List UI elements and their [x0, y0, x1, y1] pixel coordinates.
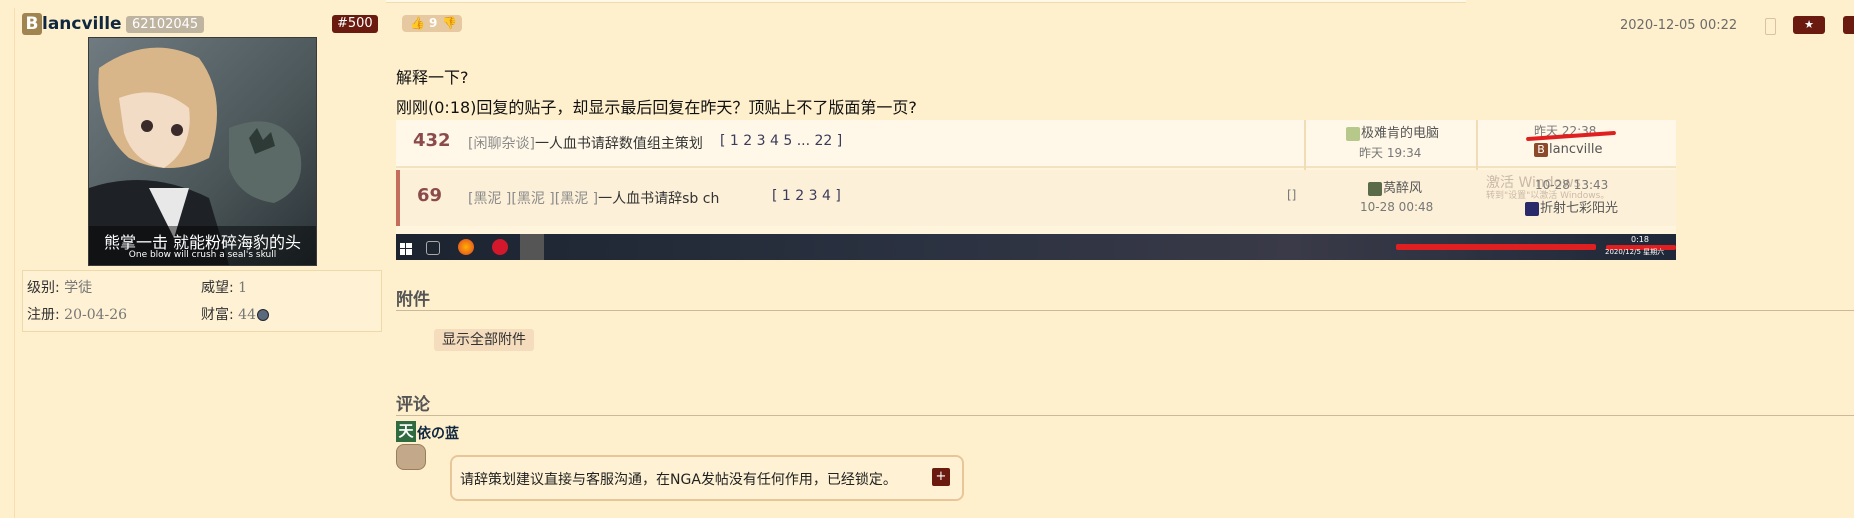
attachments-heading: 附件: [396, 290, 430, 310]
comment-text: 请辞策划建议直接与客服沟通，在NGA发帖没有任何作用，已经锁定。: [460, 472, 897, 488]
comment-user-avatar[interactable]: [396, 444, 426, 470]
row2-author-name: 莴醉风: [1383, 181, 1423, 196]
post-text-line-2: 刚刚(0:18)回复的贴子，却显示最后回复在昨天？顶贴上不了版面第一页?: [396, 98, 917, 117]
stat-wealth-label: 财富:: [201, 307, 234, 323]
thumbs-down-icon[interactable]: 👎: [442, 15, 457, 32]
mobile-device-icon: [1765, 18, 1776, 35]
row2-last-user-name: 折射七彩阳光: [1540, 201, 1619, 216]
row2-reply-count: 69: [417, 185, 443, 206]
author-avatar-icon: [1368, 181, 1382, 196]
netease-music-icon: [492, 239, 508, 255]
comments-heading: 评论: [396, 395, 430, 415]
author-initial-badge[interactable]: B: [22, 13, 42, 35]
screenshot-thread-row-1: 432 [闲聊杂谈]一人血书请辞数值组主策划 [ 1 2 3 4 5 ... 2…: [396, 120, 1676, 226]
author-uid[interactable]: 62102045: [126, 16, 205, 33]
vote-count: 9: [429, 16, 438, 30]
stat-level-value: 学徒: [64, 280, 93, 296]
thumbs-up-icon[interactable]: 👍: [410, 15, 425, 32]
red-scribble-mark: [1396, 244, 1596, 250]
show-all-attachments-button[interactable]: 显示全部附件: [434, 329, 534, 351]
author-name-link[interactable]: lancville: [42, 13, 122, 35]
row2-title-text: 一人血书请辞sb ch: [598, 191, 720, 207]
taskbar-clock-date: 2020/12/5 星期六: [1605, 248, 1665, 256]
row2-title: [黑泥 ][黑泥 ][黑泥 ]一人血书请辞sb ch: [468, 188, 719, 208]
firefox-icon: [458, 239, 474, 255]
favorite-star-button[interactable]: ★: [1793, 16, 1825, 34]
more-actions-button[interactable]: [1843, 16, 1854, 34]
row1-author: 极难肯的电脑: [1346, 122, 1439, 141]
stat-level-label: 级别:: [27, 280, 60, 296]
row2-author: 莴醉风: [1368, 177, 1422, 196]
row1-title: [闲聊杂谈]一人血书请辞数值组主策划: [468, 133, 703, 153]
app-icon: [520, 234, 544, 260]
row1-pages: [ 1 2 3 4 5 ... 22 ]: [720, 133, 843, 149]
row2-last-user: 折射七彩阳光: [1525, 197, 1618, 216]
stat-prestige-label: 威望:: [201, 280, 234, 296]
stat-register-value: 20-04-26: [64, 307, 128, 323]
stat-register-label: 注册:: [27, 307, 60, 323]
comment-user-initial[interactable]: 天: [396, 421, 416, 442]
attachments-section-header: 附件: [396, 284, 1854, 311]
windows-taskbar: 0:18 2020/12/5 星期六: [396, 234, 1676, 260]
author-stats: 级别: 学徒 威望: 1 注册: 20-04-26 财富: 44: [22, 270, 382, 332]
stat-wealth: 财富: 44: [201, 304, 269, 324]
stat-prestige: 威望: 1: [201, 277, 247, 297]
row1-last-user-name: lancville: [1549, 142, 1603, 157]
row1-title-text: 一人血书请辞数值组主策划: [534, 136, 703, 152]
task-view-icon: [426, 241, 440, 255]
row2-bracket: []: [1287, 188, 1297, 202]
comment-bubble: 请辞策划建议直接与客服沟通，在NGA发帖没有任何作用，已经锁定。 +: [450, 455, 964, 501]
author-avatar-icon: [1346, 126, 1360, 141]
row2-tag: [黑泥 ][黑泥 ][黑泥 ]: [468, 191, 599, 207]
stat-level: 级别: 学徒: [27, 277, 92, 297]
comments-section-header: 评论: [396, 389, 1854, 416]
row1-last-user: Blancville: [1534, 142, 1603, 157]
row2-last-time: 10-28 13:43: [1535, 178, 1609, 192]
post-text-line-1: 解释一下?: [396, 68, 469, 87]
coin-icon: [257, 309, 269, 321]
screenshot-thread-row-2: 69 [黑泥 ][黑泥 ][黑泥 ]一人血书请辞sb ch [ 1 2 3 4 …: [396, 170, 1676, 226]
row2-author-time: 10-28 00:48: [1360, 200, 1434, 214]
row1-last-user-initial: B: [1534, 142, 1548, 157]
vote-widget: 👍 9 👎: [402, 15, 462, 32]
row1-author-name: 极难肯的电脑: [1361, 126, 1440, 141]
row1-reply-count: 432: [413, 130, 451, 151]
avatar[interactable]: 熊掌一击 就能粉碎海豹的头 One blow will crush a seal…: [88, 37, 317, 266]
post-timestamp: 2020-12-05 00:22: [1620, 18, 1738, 33]
stat-prestige-value: 1: [238, 280, 248, 296]
row1-tag: [闲聊杂谈]: [468, 136, 535, 152]
post-image-screenshot[interactable]: 432 [闲聊杂谈]一人血书请辞数值组主策划 [ 1 2 3 4 5 ... 2…: [396, 120, 1676, 260]
author-header: B lancville 62102045 #500: [22, 13, 382, 35]
last-user-avatar-icon: [1525, 201, 1539, 216]
comment-user-name[interactable]: 依の蓝: [417, 423, 459, 443]
row1-author-time: 昨天 19:34: [1359, 146, 1422, 160]
windows-start-icon: [400, 240, 412, 255]
taskbar-clock-time: 0:18: [1631, 235, 1649, 244]
stat-wealth-value: 44: [238, 307, 256, 323]
floor-number[interactable]: #500: [332, 15, 378, 33]
comment-plus-button[interactable]: +: [932, 468, 950, 486]
avatar-caption-en: One blow will crush a seal's skull: [128, 250, 277, 260]
row2-pages: [ 1 2 3 4 ]: [772, 188, 841, 204]
post-top-divider: [386, 0, 1466, 3]
stat-register: 注册: 20-04-26: [27, 304, 127, 324]
